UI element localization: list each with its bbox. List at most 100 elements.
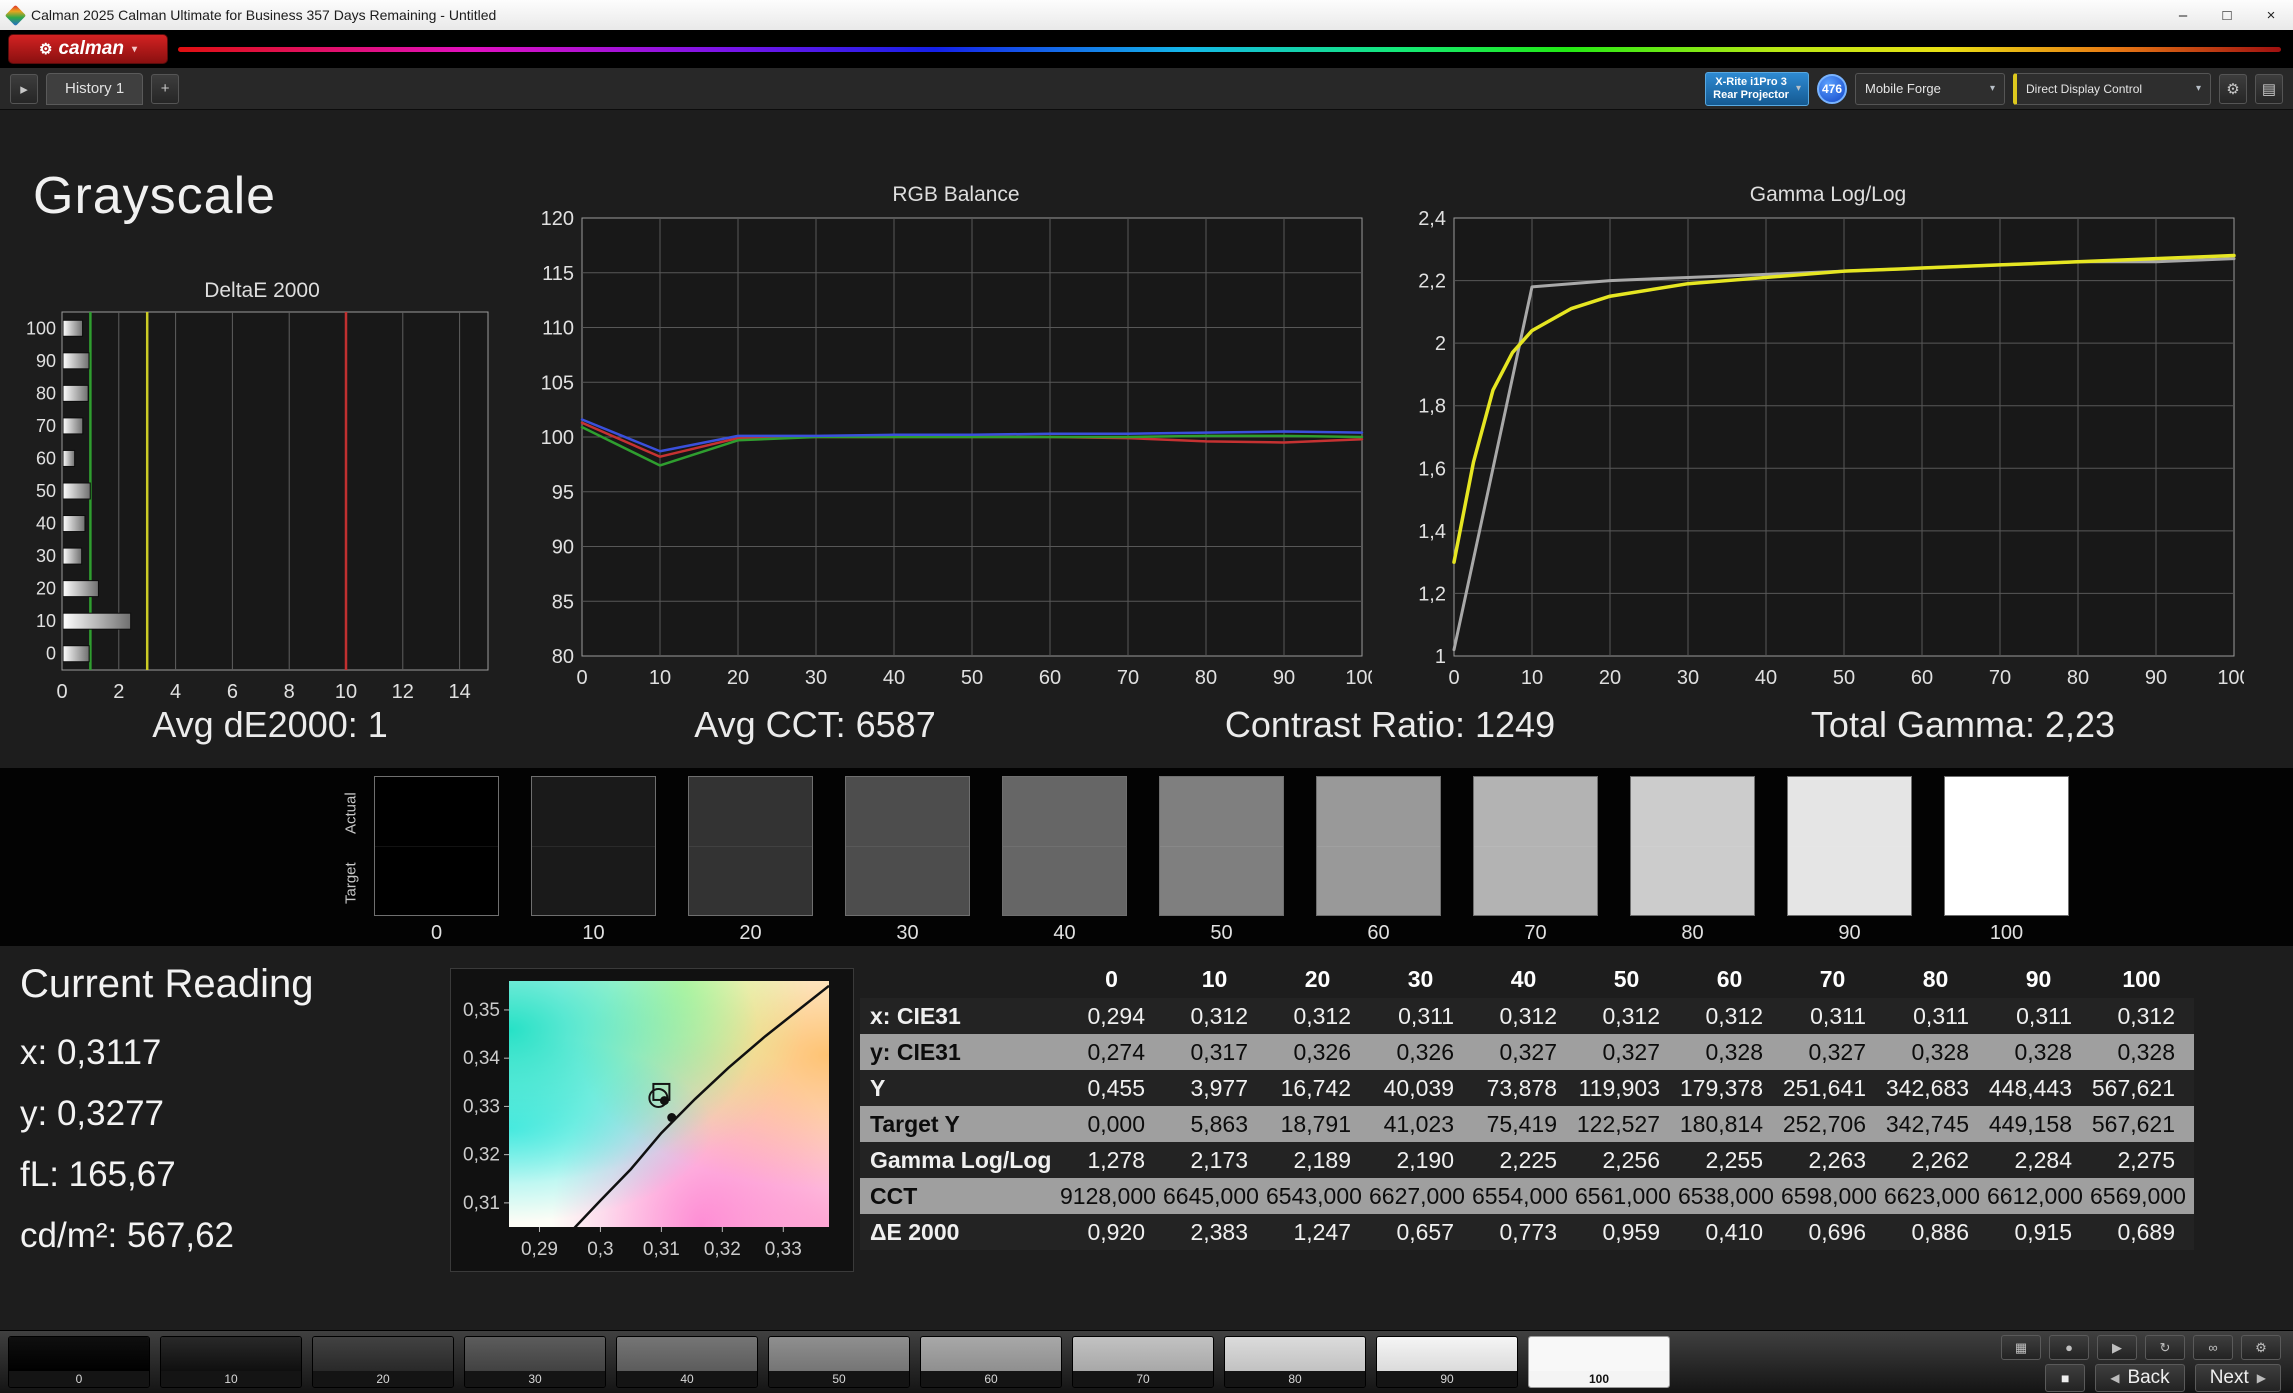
table-cell: 16,742	[1266, 1070, 1369, 1106]
grayscale-swatch-60: 60	[1316, 776, 1441, 945]
table-cell: 0,920	[1060, 1214, 1163, 1250]
grayscale-swatch-100: 100	[1944, 776, 2069, 945]
svg-text:95: 95	[552, 482, 574, 504]
app-icon	[5, 4, 26, 25]
display-capture-icon[interactable]: ▦	[2001, 1335, 2041, 1360]
swatch-target	[1160, 846, 1283, 916]
display-control-selector[interactable]: Direct Display Control ▾	[2013, 73, 2211, 105]
table-cell: 0,455	[1060, 1070, 1163, 1106]
pattern-swatch	[1377, 1337, 1517, 1371]
next-button[interactable]: Next ▶	[2195, 1364, 2281, 1392]
reading-fl: fL: 165,67	[20, 1155, 440, 1195]
pattern-button-60[interactable]: 60	[920, 1336, 1062, 1388]
meter-line2: Rear Projector	[1713, 89, 1789, 102]
table-row: y: CIE310,2740,3170,3260,3260,3270,3270,…	[860, 1034, 2194, 1070]
pattern-button-70[interactable]: 70	[1072, 1336, 1214, 1388]
display-control-label: Direct Display Control	[2026, 82, 2142, 96]
pattern-button-20[interactable]: 20	[312, 1336, 454, 1388]
table-cell: 342,683	[1884, 1070, 1987, 1106]
pattern-swatch	[1073, 1337, 1213, 1371]
close-button[interactable]: ×	[2249, 0, 2293, 30]
pattern-swatch	[921, 1337, 1061, 1371]
pattern-button-30[interactable]: 30	[464, 1336, 606, 1388]
window-buttons: – □ ×	[2161, 0, 2293, 30]
table-row-label: Y	[860, 1070, 1060, 1106]
grayscale-swatch-10: 10	[531, 776, 656, 945]
swatch-box	[1159, 776, 1284, 916]
table-cell: 2,189	[1266, 1142, 1369, 1178]
repeat-icon[interactable]: ↻	[2145, 1335, 2185, 1360]
svg-text:2,4: 2,4	[1418, 210, 1446, 230]
tab-history-1[interactable]: History 1	[46, 73, 143, 105]
meter-line1: X-Rite i1Pro 3	[1713, 76, 1789, 89]
calman-logo-button[interactable]: ⚙ calman ▾	[8, 34, 168, 64]
table-cell: 0,327	[1472, 1034, 1575, 1070]
minimize-button[interactable]: –	[2161, 0, 2205, 30]
stat-avg-de2000: Avg dE2000: 1	[40, 704, 500, 746]
source-selector[interactable]: Mobile Forge ▾	[1855, 73, 2005, 105]
main-panel: Grayscale DeltaE 2000 024681012141009080…	[0, 110, 2293, 1330]
table-cell: 2,383	[1163, 1214, 1266, 1250]
table-cell: 342,745	[1884, 1106, 1987, 1142]
stop-button[interactable]: ■	[2045, 1364, 2085, 1392]
svg-text:0: 0	[46, 644, 56, 664]
chevron-down-icon: ▾	[1796, 83, 1801, 94]
swatch-actual	[689, 777, 812, 846]
record-icon[interactable]: ●	[2049, 1335, 2089, 1360]
svg-text:0,33: 0,33	[463, 1096, 500, 1117]
pattern-swatch	[769, 1337, 909, 1371]
svg-text:6: 6	[227, 681, 238, 703]
swatch-box	[1002, 776, 1127, 916]
settings-icon[interactable]: ⚙	[2241, 1335, 2281, 1360]
grayscale-swatch-40: 40	[1002, 776, 1127, 945]
table-cell: 0,312	[1266, 998, 1369, 1034]
pattern-label: 10	[161, 1371, 301, 1387]
layout-button[interactable]: ▤	[2255, 74, 2283, 104]
deltae-chart-svg: 024681012141009080706050403020100	[22, 306, 502, 710]
table-cell: 0,326	[1266, 1034, 1369, 1070]
settings-button[interactable]: ⚙	[2219, 74, 2247, 104]
table-cell: 0,959	[1575, 1214, 1678, 1250]
swatch-target	[1631, 846, 1754, 916]
table-cell: 41,023	[1369, 1106, 1472, 1142]
table-row-label: ΔE 2000	[860, 1214, 1060, 1250]
swatch-target	[846, 846, 969, 916]
chevron-down-icon: ▾	[1990, 83, 1995, 94]
table-row: ΔE 20000,9202,3831,2470,6570,7730,9590,4…	[860, 1214, 2194, 1250]
svg-text:0,29: 0,29	[521, 1239, 558, 1260]
table-cell: 449,158	[1987, 1106, 2090, 1142]
calman-gear-icon: ⚙	[39, 40, 52, 58]
pattern-button-100[interactable]: 100	[1528, 1336, 1670, 1388]
play-icon[interactable]: ▶	[2097, 1335, 2137, 1360]
table-col-header: 20	[1266, 960, 1369, 998]
swatch-level-label: 90	[1787, 922, 1912, 945]
grayscale-swatch-50: 50	[1159, 776, 1284, 945]
continuous-icon[interactable]: ∞	[2193, 1335, 2233, 1360]
add-history-button[interactable]: +	[151, 74, 179, 104]
back-button[interactable]: ◀ Back	[2095, 1364, 2184, 1392]
svg-text:10: 10	[335, 681, 357, 703]
maximize-button[interactable]: □	[2205, 0, 2249, 30]
pattern-button-90[interactable]: 90	[1376, 1336, 1518, 1388]
swatch-target	[1788, 846, 1911, 916]
chevron-down-icon: ▾	[2196, 83, 2201, 94]
pattern-button-10[interactable]: 10	[160, 1336, 302, 1388]
history-expand-button[interactable]: ▸	[10, 74, 38, 104]
meter-selector[interactable]: X-Rite i1Pro 3 Rear Projector ▾	[1705, 72, 1809, 106]
table-cell: 0,311	[1369, 998, 1472, 1034]
hardware-widgets: X-Rite i1Pro 3 Rear Projector ▾ 476 Mobi…	[1705, 72, 2283, 106]
pattern-label: 20	[313, 1371, 453, 1387]
pattern-button-0[interactable]: 0	[8, 1336, 150, 1388]
pattern-label: 100	[1529, 1371, 1669, 1387]
svg-text:80: 80	[552, 646, 574, 668]
transport-controls: ▦ ● ▶ ↻ ∞ ⚙ ■ ◀ Back Next ▶	[1981, 1335, 2281, 1392]
pattern-button-40[interactable]: 40	[616, 1336, 758, 1388]
table-cell: 0,657	[1369, 1214, 1472, 1250]
table-row-label: CCT	[860, 1178, 1060, 1214]
pattern-button-80[interactable]: 80	[1224, 1336, 1366, 1388]
table-cell: 0,328	[1678, 1034, 1781, 1070]
back-label: Back	[2127, 1367, 2169, 1389]
pattern-button-50[interactable]: 50	[768, 1336, 910, 1388]
svg-text:50: 50	[961, 667, 983, 689]
grayscale-swatch-20: 20	[688, 776, 813, 945]
